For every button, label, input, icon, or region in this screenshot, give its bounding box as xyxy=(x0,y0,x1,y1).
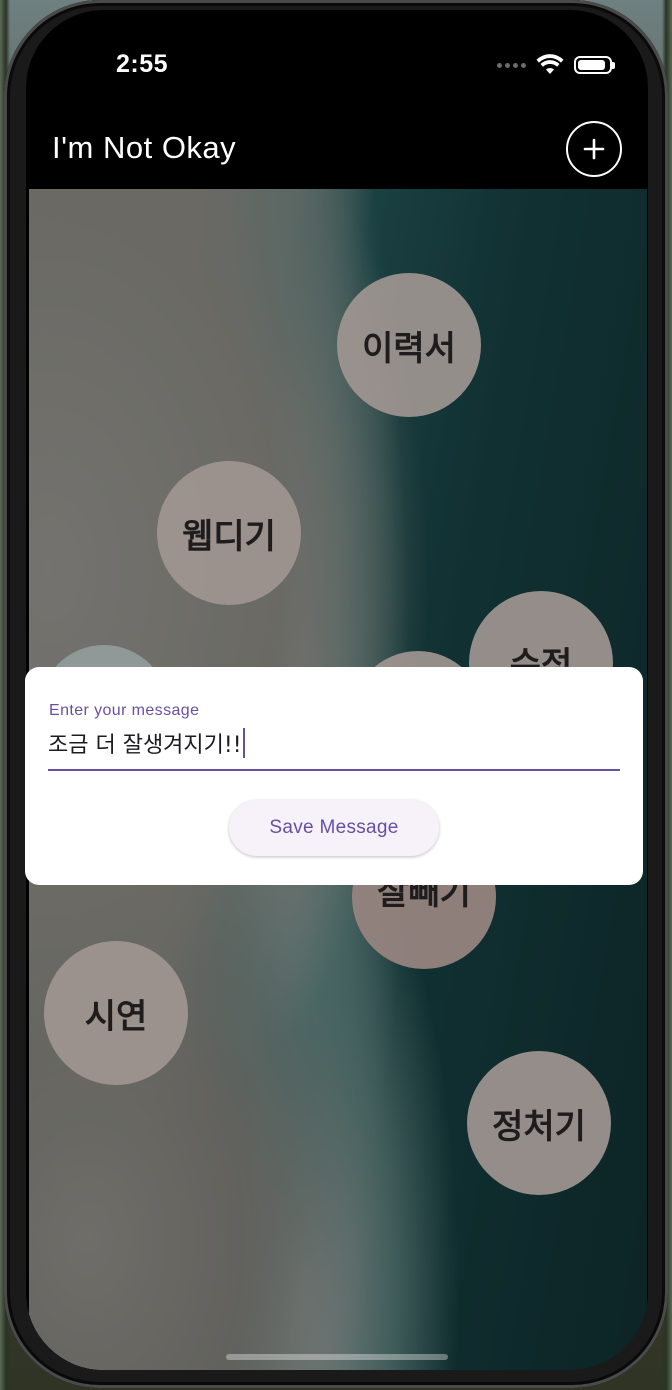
message-input-text: 조금 더 잘생겨지기!! xyxy=(48,733,242,758)
plus-icon xyxy=(583,138,605,160)
page-title: I'm Not Okay xyxy=(52,130,237,165)
bubble-webdigi[interactable]: 웹디기 xyxy=(157,461,301,605)
bubble-resume[interactable]: 이력서 xyxy=(337,273,481,417)
home-indicator[interactable] xyxy=(226,1354,448,1360)
status-icons xyxy=(497,54,615,76)
message-input[interactable]: 조금 더 잘생겨지기!! xyxy=(48,727,245,759)
battery-fill xyxy=(578,60,605,70)
input-underline xyxy=(48,769,620,771)
bubble-jeongcheogi[interactable]: 정처기 xyxy=(467,1051,611,1195)
status-time: 2:55 xyxy=(116,50,169,78)
input-label: Enter your message xyxy=(49,702,200,719)
add-button[interactable] xyxy=(566,121,622,177)
message-dialog: Enter your message 조금 더 잘생겨지기!! Save Mes… xyxy=(25,667,643,885)
signal-dots-icon xyxy=(497,62,526,68)
save-message-button[interactable]: Save Message xyxy=(229,800,439,856)
bubble-siyeon[interactable]: 시연 xyxy=(44,941,188,1085)
battery-icon xyxy=(574,56,615,74)
wifi-icon xyxy=(536,54,564,74)
text-caret xyxy=(242,728,245,758)
